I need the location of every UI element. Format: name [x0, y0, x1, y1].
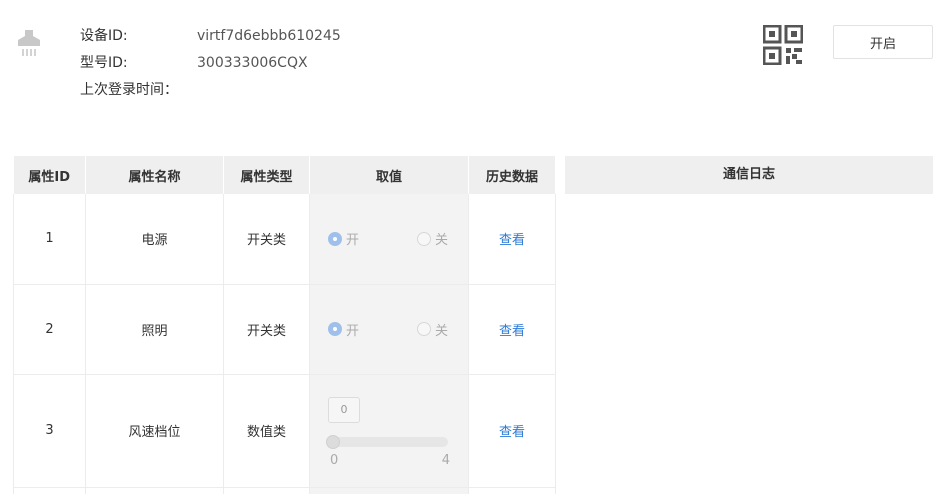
radio-unselected-icon — [416, 231, 431, 246]
property-id-cell: 3 — [13, 374, 86, 488]
power-off-radio[interactable]: 关 — [416, 229, 448, 249]
light-on-radio[interactable]: 开 — [328, 320, 359, 339]
radio-unselected-icon — [416, 322, 431, 336]
column-header-property-id: 属性ID — [13, 156, 86, 194]
history-cell: 查看 — [468, 374, 556, 488]
table-row — [13, 487, 556, 494]
slider-max-label: 4 — [441, 452, 450, 468]
radio-label: 开 — [346, 323, 360, 339]
value-cell: 开 关 — [309, 194, 469, 285]
radio-label: 关 — [434, 233, 448, 249]
slider-handle[interactable] — [326, 434, 340, 449]
power-radio-group: 开 关 — [310, 229, 468, 248]
model-id-label: 型号ID: — [80, 55, 128, 71]
communication-log-title: 通信日志 — [565, 156, 933, 194]
history-cell: 查看 — [468, 284, 556, 375]
property-name-cell: 照明 — [85, 284, 224, 375]
property-name-cell: 电源 — [85, 194, 224, 285]
model-id-value: 300333006CQX — [197, 55, 308, 71]
slider-track[interactable] — [328, 436, 448, 447]
property-id-cell — [13, 487, 86, 494]
radio-selected-icon — [328, 231, 342, 246]
device-info-values: virtf7d6ebbb610245 300333006CQX — [197, 26, 341, 107]
qr-code-icon[interactable] — [763, 25, 803, 65]
value-cell — [309, 487, 469, 494]
view-history-link[interactable]: 查看 — [499, 425, 525, 440]
column-header-property-name: 属性名称 — [85, 156, 224, 194]
property-name-cell — [85, 487, 224, 494]
device-info-labels: 设备ID: 型号ID: 上次登录时间： — [80, 26, 178, 107]
value-cell: 开 关 — [309, 284, 469, 375]
property-id-cell: 2 — [13, 284, 86, 375]
column-header-history: 历史数据 — [468, 156, 556, 194]
history-cell: 查看 — [468, 194, 556, 285]
device-id-label: 设备ID: — [80, 28, 128, 44]
radio-selected-icon — [328, 322, 342, 336]
property-type-cell — [223, 487, 310, 494]
table-row: 2 照明 开关类 开 关 查看 — [13, 284, 556, 375]
view-history-link[interactable]: 查看 — [499, 233, 525, 248]
properties-table: 属性ID 属性名称 属性类型 取值 历史数据 1 电源 开关类 开 关 查看 2… — [13, 156, 556, 494]
column-header-value: 取值 — [309, 156, 469, 194]
fan-speed-slider[interactable]: 0 0 4 — [326, 396, 450, 468]
power-on-radio[interactable]: 开 — [328, 229, 359, 248]
light-off-radio[interactable]: 关 — [416, 320, 448, 339]
table-row: 3 风速档位 数值类 0 0 4 查看 — [13, 374, 556, 488]
light-radio-group: 开 关 — [310, 320, 468, 339]
communication-log-panel: 通信日志 — [565, 156, 933, 194]
radio-label: 关 — [434, 323, 448, 339]
table-row: 1 电源 开关类 开 关 查看 — [13, 194, 556, 285]
value-cell: 0 0 4 — [309, 374, 469, 488]
view-history-link[interactable]: 查看 — [499, 324, 525, 339]
column-header-property-type: 属性类型 — [223, 156, 310, 194]
property-type-cell: 开关类 — [223, 284, 310, 375]
device-id-value: virtf7d6ebbb610245 — [197, 28, 341, 44]
property-id-cell: 1 — [13, 194, 86, 285]
property-type-cell: 开关类 — [223, 194, 310, 285]
last-login-value — [197, 80, 341, 107]
slider-min-label: 0 — [330, 452, 339, 468]
radio-label: 开 — [346, 233, 360, 249]
range-hood-icon — [18, 30, 40, 56]
slider-tooltip: 0 — [328, 396, 360, 423]
table-header-row: 属性ID 属性名称 属性类型 取值 历史数据 — [13, 156, 556, 194]
property-name-cell: 风速档位 — [85, 374, 224, 488]
open-button[interactable]: 开启 — [833, 25, 933, 59]
last-login-label: 上次登录时间： — [80, 82, 178, 98]
property-type-cell: 数值类 — [223, 374, 310, 488]
history-cell — [468, 487, 556, 494]
